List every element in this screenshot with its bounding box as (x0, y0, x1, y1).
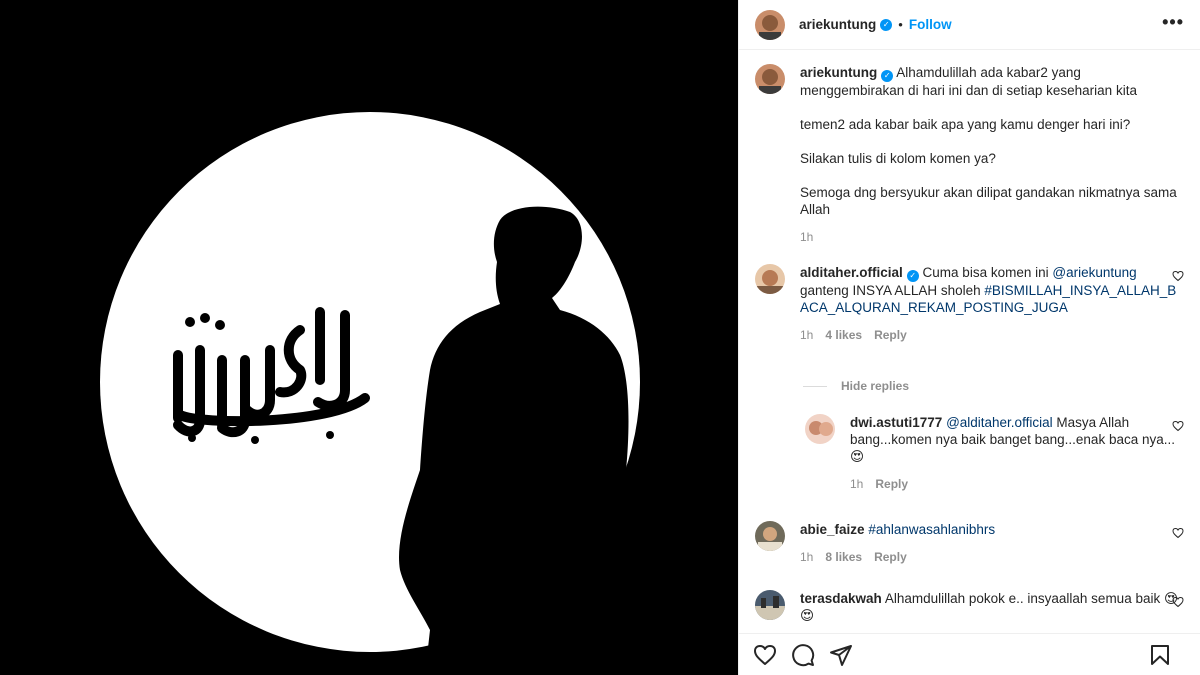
caption-text-4: Semoga dng bersyukur akan dilipat gandak… (800, 185, 1177, 217)
reply-button[interactable]: Reply (874, 328, 907, 342)
more-options-icon[interactable]: ••• (1162, 13, 1184, 31)
commenter-avatar[interactable] (755, 521, 785, 551)
comment-username[interactable]: dwi.astuti1777 (850, 415, 942, 430)
reply-item: dwi.astuti1777 @alditaher.official Masya… (805, 414, 1184, 491)
comment-username[interactable]: abie_faize (800, 522, 865, 537)
verified-badge-icon: ✓ (906, 270, 919, 282)
separator-dot: • (898, 17, 903, 32)
author-avatar[interactable] (755, 9, 785, 40)
post-actions-bar (739, 633, 1200, 675)
post-side-panel: ariekuntung ✓ • Follow ••• ariekuntung ✓ … (738, 0, 1200, 675)
comment-item: terasdakwah Alhamdulillah pokok e.. insy… (755, 590, 1184, 624)
reply-button[interactable]: Reply (875, 477, 908, 491)
follow-button[interactable]: Follow (909, 17, 952, 32)
comment-username[interactable]: alditaher.official (800, 265, 903, 280)
post-header: ariekuntung ✓ • Follow ••• (739, 0, 1200, 50)
caption: ariekuntung ✓ Alhamdulillah ada kabar2 ya… (755, 64, 1184, 244)
comment-time: 1h (800, 328, 814, 342)
divider-line (803, 385, 827, 387)
comment-text: Cuma bisa komen ini (922, 265, 1053, 280)
caption-time: 1h (800, 230, 814, 244)
caption-text-2: temen2 ada kabar baik apa yang kamu deng… (800, 117, 1131, 132)
alhamdulillah-silhouette-image (0, 0, 738, 675)
comment-text: ganteng INSYA ALLAH sholeh (800, 283, 985, 298)
bookmark-icon[interactable] (1148, 643, 1172, 667)
reply-button[interactable]: Reply (874, 550, 907, 564)
verified-badge-icon: ✓ (880, 18, 893, 31)
post-image[interactable] (0, 0, 738, 675)
heart-icon[interactable] (753, 643, 777, 667)
comment-item: abie_faize #ahlanwasahlanibhrs 1h 8 like… (755, 521, 1184, 564)
comments-list[interactable]: ariekuntung ✓ Alhamdulillah ada kabar2 ya… (739, 50, 1200, 633)
author-avatar[interactable] (755, 64, 785, 94)
comment-hashtag-link[interactable]: #ahlanwasahlanibhrs (868, 522, 995, 537)
comment-mention-link[interactable]: @alditaher.official (946, 415, 1053, 430)
comment-time: 1h (850, 477, 864, 491)
hide-replies-label: Hide replies (841, 379, 910, 393)
verified-badge-icon: ✓ (881, 70, 894, 82)
heart-icon[interactable] (1172, 527, 1184, 539)
author-username[interactable]: ariekuntung (799, 17, 876, 32)
heart-icon[interactable] (1172, 596, 1184, 608)
comment-likes[interactable]: 8 likes (825, 550, 862, 564)
comment-icon[interactable] (791, 643, 815, 667)
comment-mention-link[interactable]: @ariekuntung (1052, 265, 1136, 280)
share-icon[interactable] (829, 643, 853, 667)
comment-likes[interactable]: 4 likes (825, 328, 862, 342)
commenter-avatar[interactable] (755, 264, 785, 294)
comment-time: 1h (800, 550, 814, 564)
heart-icon[interactable] (1172, 270, 1184, 282)
caption-text-3: Silakan tulis di kolom komen ya? (800, 151, 996, 166)
heart-icon[interactable] (1172, 420, 1184, 432)
hide-replies-button[interactable]: Hide replies (803, 379, 909, 393)
commenter-avatar[interactable] (755, 590, 785, 620)
comment-username[interactable]: terasdakwah (800, 591, 882, 606)
caption-username[interactable]: ariekuntung (800, 65, 877, 80)
commenter-avatar[interactable] (805, 414, 835, 444)
comment-item: alditaher.official ✓ Cuma bisa komen ini … (755, 264, 1184, 342)
